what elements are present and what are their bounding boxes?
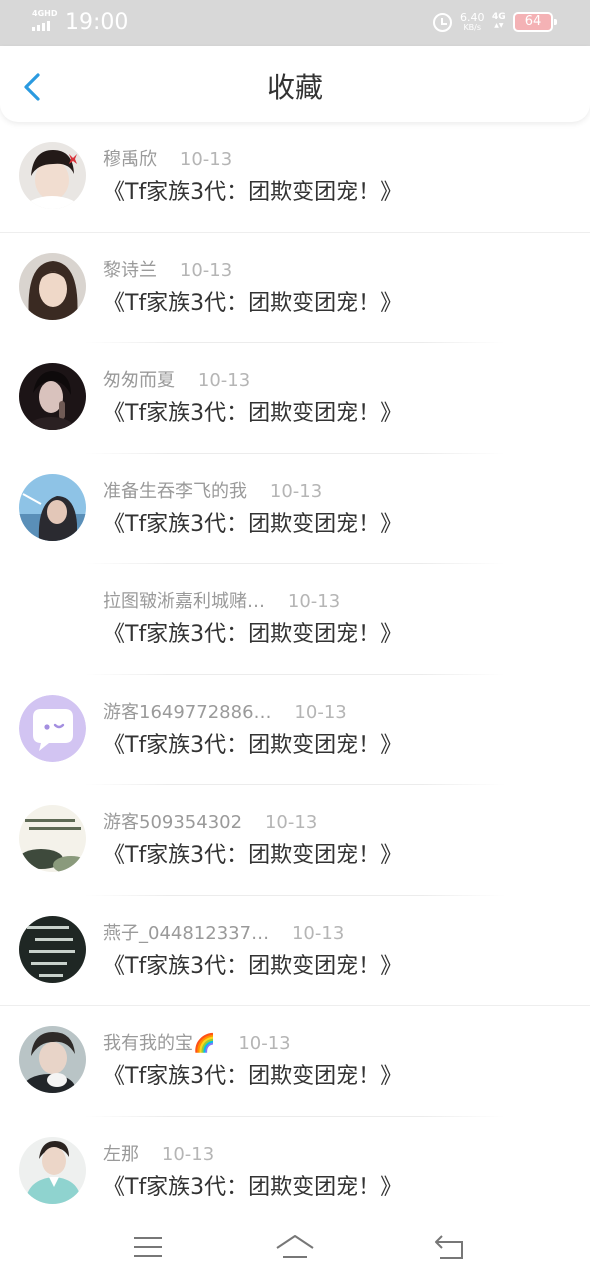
book-title: 《Tf家族3代：团欺变团宠！》 (103, 1064, 403, 1089)
user-name: 准备生吞李飞的我 (103, 480, 247, 502)
status-bar: 4GHD 19:00 6.40 KB/s 4G ▲▼ 64 (0, 0, 590, 46)
book-title: 《Tf家族3代：团欺变团宠！》 (103, 1174, 403, 1200)
user-name: 匆匆而夏 (103, 370, 175, 391)
system-back-button[interactable] (430, 1230, 470, 1264)
item-date: 10-13 (161, 1143, 215, 1165)
item-meta: 游客509354302 10-13 (103, 810, 317, 836)
item-meta: 黎诗兰 10-13 (103, 258, 232, 284)
avatar[interactable] (19, 473, 86, 541)
item-date: 10-13 (179, 259, 233, 281)
avatar[interactable] (19, 363, 86, 430)
book-title: 《Tf家族3代：团欺变团宠！》 (103, 953, 403, 979)
item-date: 10-13 (287, 591, 341, 612)
avatar[interactable] (19, 805, 86, 872)
item-date: 10-13 (197, 370, 251, 391)
avatar[interactable] (19, 915, 86, 983)
speed-unit: KB/s (463, 23, 482, 32)
item-date: 10-13 (269, 480, 323, 502)
return-icon (435, 1235, 463, 1259)
item-date: 10-13 (264, 812, 318, 833)
signal-icon: 4GHD (32, 10, 58, 32)
user-name: 穆禹欣 (103, 149, 157, 170)
user-name: 游客509354302 (103, 812, 243, 833)
avatar[interactable] (19, 1136, 86, 1204)
user-name: 游客1649772886… (103, 701, 272, 723)
item-date: 10-13 (179, 149, 233, 170)
user-name: 燕子_044812337… (103, 922, 270, 944)
status-time: 19:00 (65, 10, 129, 35)
user-name: 黎诗兰 (103, 259, 157, 281)
list-item[interactable]: 燕子_044812337… 10-13 《Tf家族3代：团欺变团宠！》 (0, 896, 590, 1006)
avatar[interactable] (19, 142, 86, 209)
list-item[interactable]: 左那 10-13 《Tf家族3代：团欺变团宠！》 (0, 1117, 590, 1228)
avatar[interactable] (19, 1026, 86, 1093)
item-meta: 游客1649772886… 10-13 (103, 700, 347, 726)
mobile-data-label: 4G (492, 12, 506, 22)
network-speed: 6.40 KB/s (460, 12, 485, 32)
book-title: 《Tf家族3代：团欺变团宠！》 (103, 732, 403, 758)
item-meta: 拉图皲淅嘉利城赌… 10-13 (103, 589, 340, 615)
item-meta: 匆匆而夏 10-13 (103, 368, 250, 394)
item-meta: 穆禹欣 10-13 (103, 147, 232, 173)
user-name: 左那 (103, 1143, 139, 1165)
alarm-icon (433, 13, 452, 32)
list-item[interactable]: 游客509354302 10-13 《Tf家族3代：团欺变团宠！》 (0, 785, 590, 896)
book-title: 《Tf家族3代：团欺变团宠！》 (103, 290, 403, 316)
avatar[interactable] (19, 694, 86, 762)
battery-icon: 64 (513, 12, 557, 32)
home-icon (276, 1235, 314, 1258)
item-date: 10-13 (238, 1033, 291, 1054)
item-meta: 左那 10-13 (103, 1142, 214, 1168)
home-button[interactable] (275, 1230, 315, 1264)
item-meta: 准备生吞李飞的我 10-13 (103, 479, 322, 505)
item-meta: 燕子_044812337… 10-13 (103, 921, 344, 947)
book-title: 《Tf家族3代：团欺变团宠！》 (103, 180, 403, 205)
user-name: 我有我的宝🌈 (103, 1033, 216, 1054)
item-meta: 我有我的宝🌈 10-13 (103, 1031, 291, 1057)
book-title: 《Tf家族3代：团欺变团宠！》 (103, 622, 403, 647)
avatar[interactable] (19, 252, 86, 320)
book-title: 《Tf家族3代：团欺变团宠！》 (103, 843, 403, 868)
item-date: 10-13 (291, 922, 345, 944)
list-item[interactable]: 我有我的宝🌈 10-13 《Tf家族3代：团欺变团宠！》 (0, 1006, 590, 1117)
system-navigation-bar (0, 1216, 590, 1280)
favorites-list: 穆禹欣 10-13 《Tf家族3代：团欺变团宠！》 黎诗兰 10-13 《Tf家… (0, 122, 590, 1227)
list-item[interactable]: 游客1649772886… 10-13 《Tf家族3代：团欺变团宠！》 (0, 675, 590, 785)
book-title: 《Tf家族3代：团欺变团宠！》 (103, 511, 403, 537)
list-item[interactable]: 穆禹欣 10-13 《Tf家族3代：团欺变团宠！》 (0, 122, 590, 233)
list-item[interactable]: 拉图皲淅嘉利城赌… 10-13 《Tf家族3代：团欺变团宠！》 (0, 564, 590, 675)
list-item[interactable]: 匆匆而夏 10-13 《Tf家族3代：团欺变团宠！》 (0, 343, 590, 454)
menu-button[interactable] (128, 1230, 168, 1264)
book-title: 《Tf家族3代：团欺变团宠！》 (103, 401, 403, 426)
menu-icon (134, 1237, 162, 1257)
network-type: 4GHD (32, 9, 58, 18)
user-name: 拉图皲淅嘉利城赌… (103, 591, 265, 612)
top-navigation-bar: 收藏 (0, 46, 590, 122)
mobile-data-indicator: 4G ▲▼ (492, 12, 506, 29)
page-title: 收藏 (266, 71, 323, 104)
item-date: 10-13 (294, 701, 347, 723)
list-item[interactable]: 准备生吞李飞的我 10-13 《Tf家族3代：团欺变团宠！》 (0, 454, 590, 564)
list-item[interactable]: 黎诗兰 10-13 《Tf家族3代：团欺变团宠！》 (0, 233, 590, 343)
